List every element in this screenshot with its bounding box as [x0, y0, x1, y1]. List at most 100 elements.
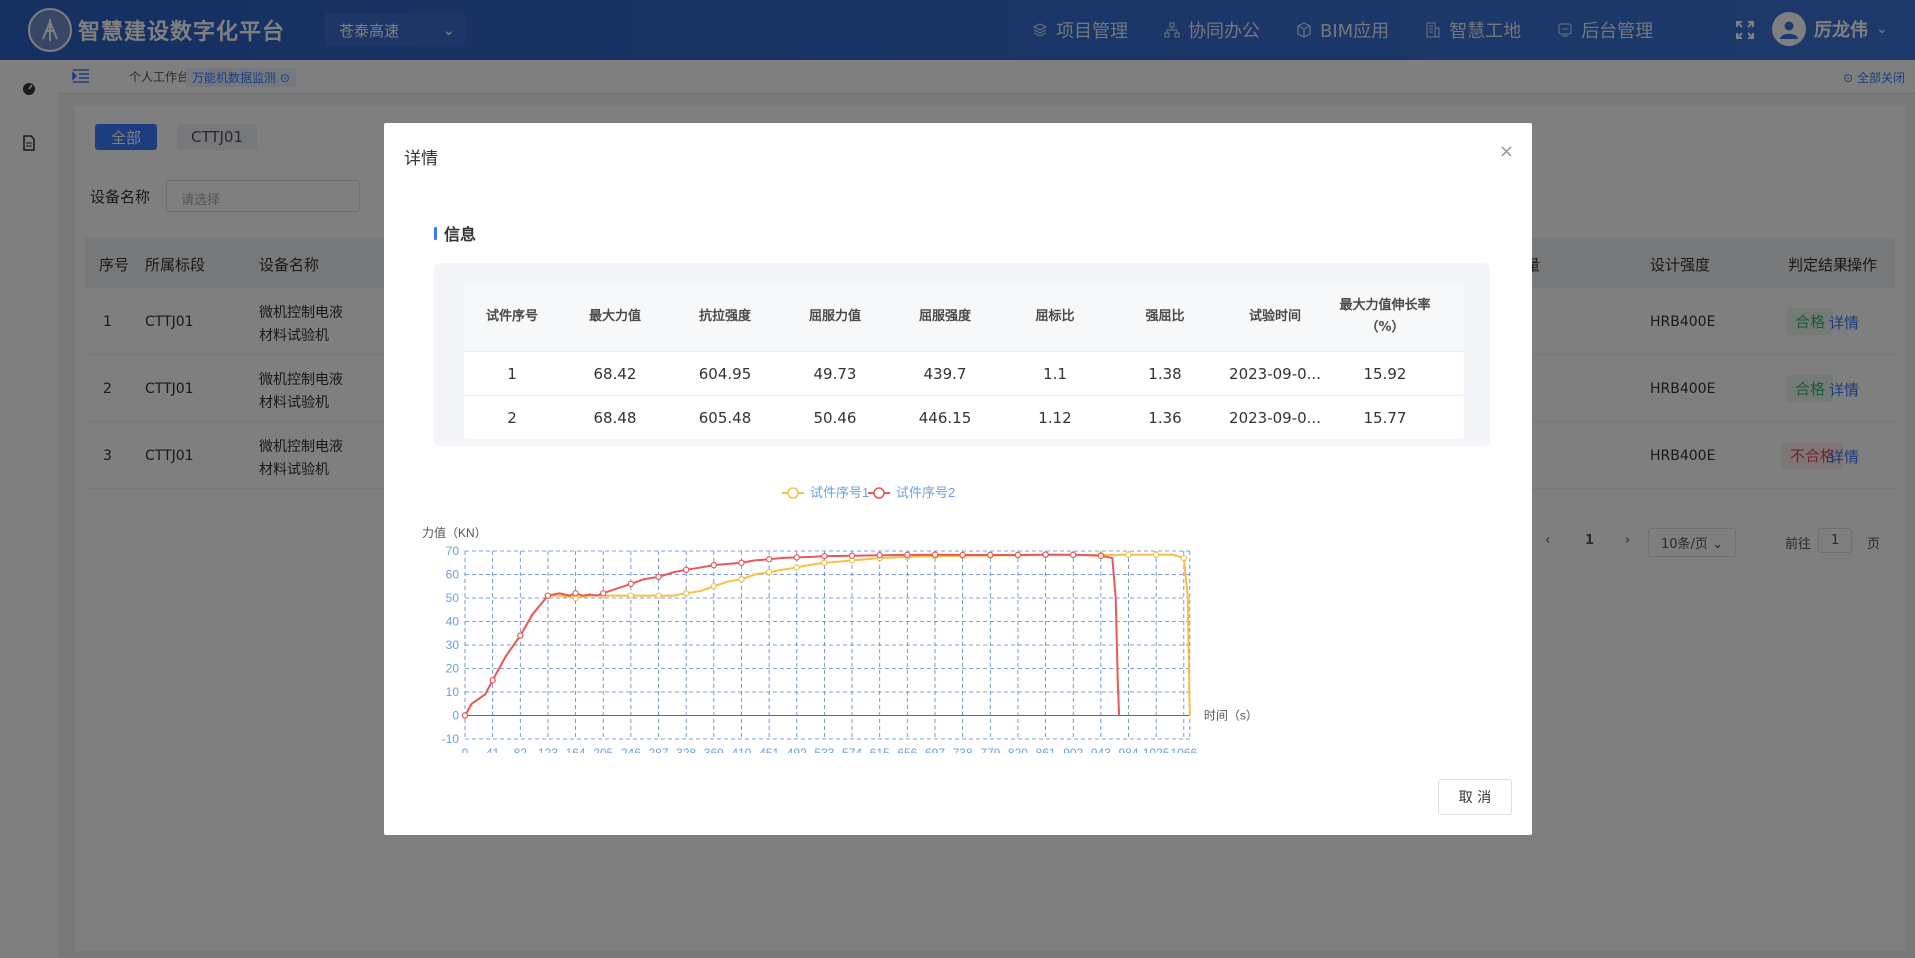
- col-yield-strength: 屈服强度: [918, 309, 971, 324]
- cell-elongation: 15.92: [1363, 364, 1407, 383]
- detail-modal: 详情 × 信息 试件序号 最大力值 抗拉强度 屈服力值 屈服强度 屈标比 强屈比…: [384, 123, 1532, 835]
- data-point: [1180, 554, 1188, 562]
- data-point: [738, 559, 745, 566]
- col-max-force: 最大力值: [588, 309, 641, 324]
- x-tick-label: 697: [925, 746, 945, 753]
- data-point: [1097, 552, 1105, 559]
- cell-yield-ratio: 1.12: [1038, 408, 1072, 427]
- specimen-row: 2 68.48 605.48 50.46 446.15 1.12 1.36 20…: [464, 395, 1464, 439]
- cell-max-force: 68.48: [593, 408, 637, 427]
- x-tick-label: 984: [1119, 746, 1139, 753]
- data-point: [544, 592, 552, 599]
- x-tick-label: 820: [1008, 746, 1028, 753]
- y-tick-label: 10: [446, 685, 460, 699]
- data-point: [461, 712, 469, 719]
- cell-elongation: 15.77: [1363, 408, 1407, 427]
- data-point: [793, 554, 800, 561]
- data-point: [1125, 551, 1132, 558]
- legend-label: 试件序号1: [810, 485, 869, 500]
- cell-tensile-strength: 604.95: [698, 364, 752, 383]
- x-tick-label: 164: [566, 746, 586, 753]
- specimen-table-header: 试件序号 最大力值 抗拉强度 屈服力值 屈服强度 屈标比 强屈比 试验时间 最大…: [464, 283, 1464, 351]
- x-tick-label: 1066: [1170, 746, 1197, 753]
- col-yield-ratio: 屈标比: [1035, 309, 1075, 324]
- cell-specimen-no: 1: [507, 364, 517, 383]
- data-point: [655, 592, 662, 599]
- data-point: [959, 551, 966, 559]
- data-point: [627, 580, 635, 588]
- x-tick-label: 492: [787, 746, 807, 753]
- x-tick-label: 205: [593, 746, 613, 753]
- cell-test-time: 2023-09-0...: [1229, 408, 1321, 427]
- close-icon[interactable]: ×: [1499, 141, 1514, 162]
- y-tick-label: 40: [446, 615, 460, 629]
- x-tick-label: 943: [1091, 746, 1111, 753]
- x-tick-label: 574: [842, 746, 862, 753]
- col-test-time: 试验时间: [1248, 309, 1301, 324]
- data-point: [1014, 551, 1022, 559]
- x-tick-label: 533: [814, 746, 834, 753]
- x-tick-label: 615: [870, 746, 890, 753]
- data-point: [489, 677, 496, 684]
- x-tick-label: 902: [1063, 746, 1083, 753]
- cell-strength-ratio: 1.36: [1148, 408, 1182, 427]
- col-strength-ratio: 强屈比: [1145, 309, 1185, 324]
- cell-test-time: 2023-09-0...: [1229, 364, 1321, 383]
- col-yield-force: 屈服力值: [808, 309, 861, 324]
- data-point: [931, 551, 939, 558]
- data-point: [793, 564, 800, 571]
- data-point: [1152, 551, 1160, 558]
- y-tick-label: 60: [446, 568, 460, 582]
- data-point: [655, 573, 662, 581]
- legend-marker: [787, 487, 799, 499]
- data-point: [1042, 551, 1049, 558]
- cell-tensile-strength: 605.48: [698, 408, 752, 427]
- x-tick-label: 1025: [1143, 746, 1170, 753]
- x-tick-label: 41: [486, 746, 500, 753]
- data-point: [627, 592, 635, 599]
- data-point: [848, 552, 856, 559]
- x-tick-label: 0: [462, 746, 469, 753]
- y-tick-label: -10: [442, 732, 460, 746]
- data-point: [682, 590, 690, 597]
- x-tick-label: 779: [980, 746, 1000, 753]
- y-tick-label: 20: [446, 662, 460, 676]
- col-elongation: 最大力值伸长率（%）: [1339, 298, 1431, 335]
- section-title-text: 信息: [444, 225, 477, 244]
- cell-strength-ratio: 1.38: [1148, 364, 1182, 383]
- legend-marker: [873, 487, 885, 499]
- x-tick-label: 123: [538, 746, 558, 753]
- series-line: [464, 553, 1121, 716]
- specimen-table: 试件序号 最大力值 抗拉强度 屈服力值 屈服强度 屈标比 强屈比 试验时间 最大…: [464, 283, 1464, 439]
- cell-yield-force: 50.46: [813, 408, 857, 427]
- data-point: [710, 561, 718, 569]
- x-tick-label: 738: [953, 746, 973, 753]
- info-panel: 试件序号 最大力值 抗拉强度 屈服力值 屈服强度 屈标比 强屈比 试验时间 最大…: [434, 263, 1490, 446]
- section-title: 信息: [434, 221, 476, 245]
- y-tick-label: 50: [446, 591, 460, 605]
- cell-yield-strength: 439.7: [923, 364, 967, 383]
- x-tick-label: 369: [704, 746, 724, 753]
- data-point: [738, 575, 745, 583]
- specimen-row: 1 68.42 604.95 49.73 439.7 1.1 1.38 2023…: [464, 351, 1464, 395]
- col-tensile-strength: 抗拉强度: [698, 309, 751, 324]
- y-tick-label: 30: [446, 638, 460, 652]
- x-axis-label: 时间（s）: [1204, 709, 1258, 723]
- data-point: [572, 590, 579, 597]
- x-tick-label: 451: [759, 746, 779, 753]
- chart-svg: -100102030405060700 41 82 123 164 205 246 287 32…: [422, 485, 1258, 760]
- x-tick-label: 656: [897, 746, 917, 753]
- cell-yield-force: 49.73: [813, 364, 857, 383]
- x-tick-label: 82: [514, 746, 528, 753]
- data-point: [821, 552, 828, 560]
- cell-specimen-no: 2: [507, 408, 517, 427]
- y-axis-label: 力值（KN）: [422, 525, 487, 540]
- x-tick-label: 410: [731, 746, 751, 753]
- data-point: [876, 552, 883, 559]
- data-point: [710, 583, 718, 590]
- x-tick-label: 287: [649, 746, 669, 753]
- cancel-button[interactable]: 取 消: [1438, 779, 1512, 815]
- y-tick-label: 70: [446, 544, 460, 558]
- cell-max-force: 68.42: [593, 364, 637, 383]
- data-point: [682, 566, 690, 574]
